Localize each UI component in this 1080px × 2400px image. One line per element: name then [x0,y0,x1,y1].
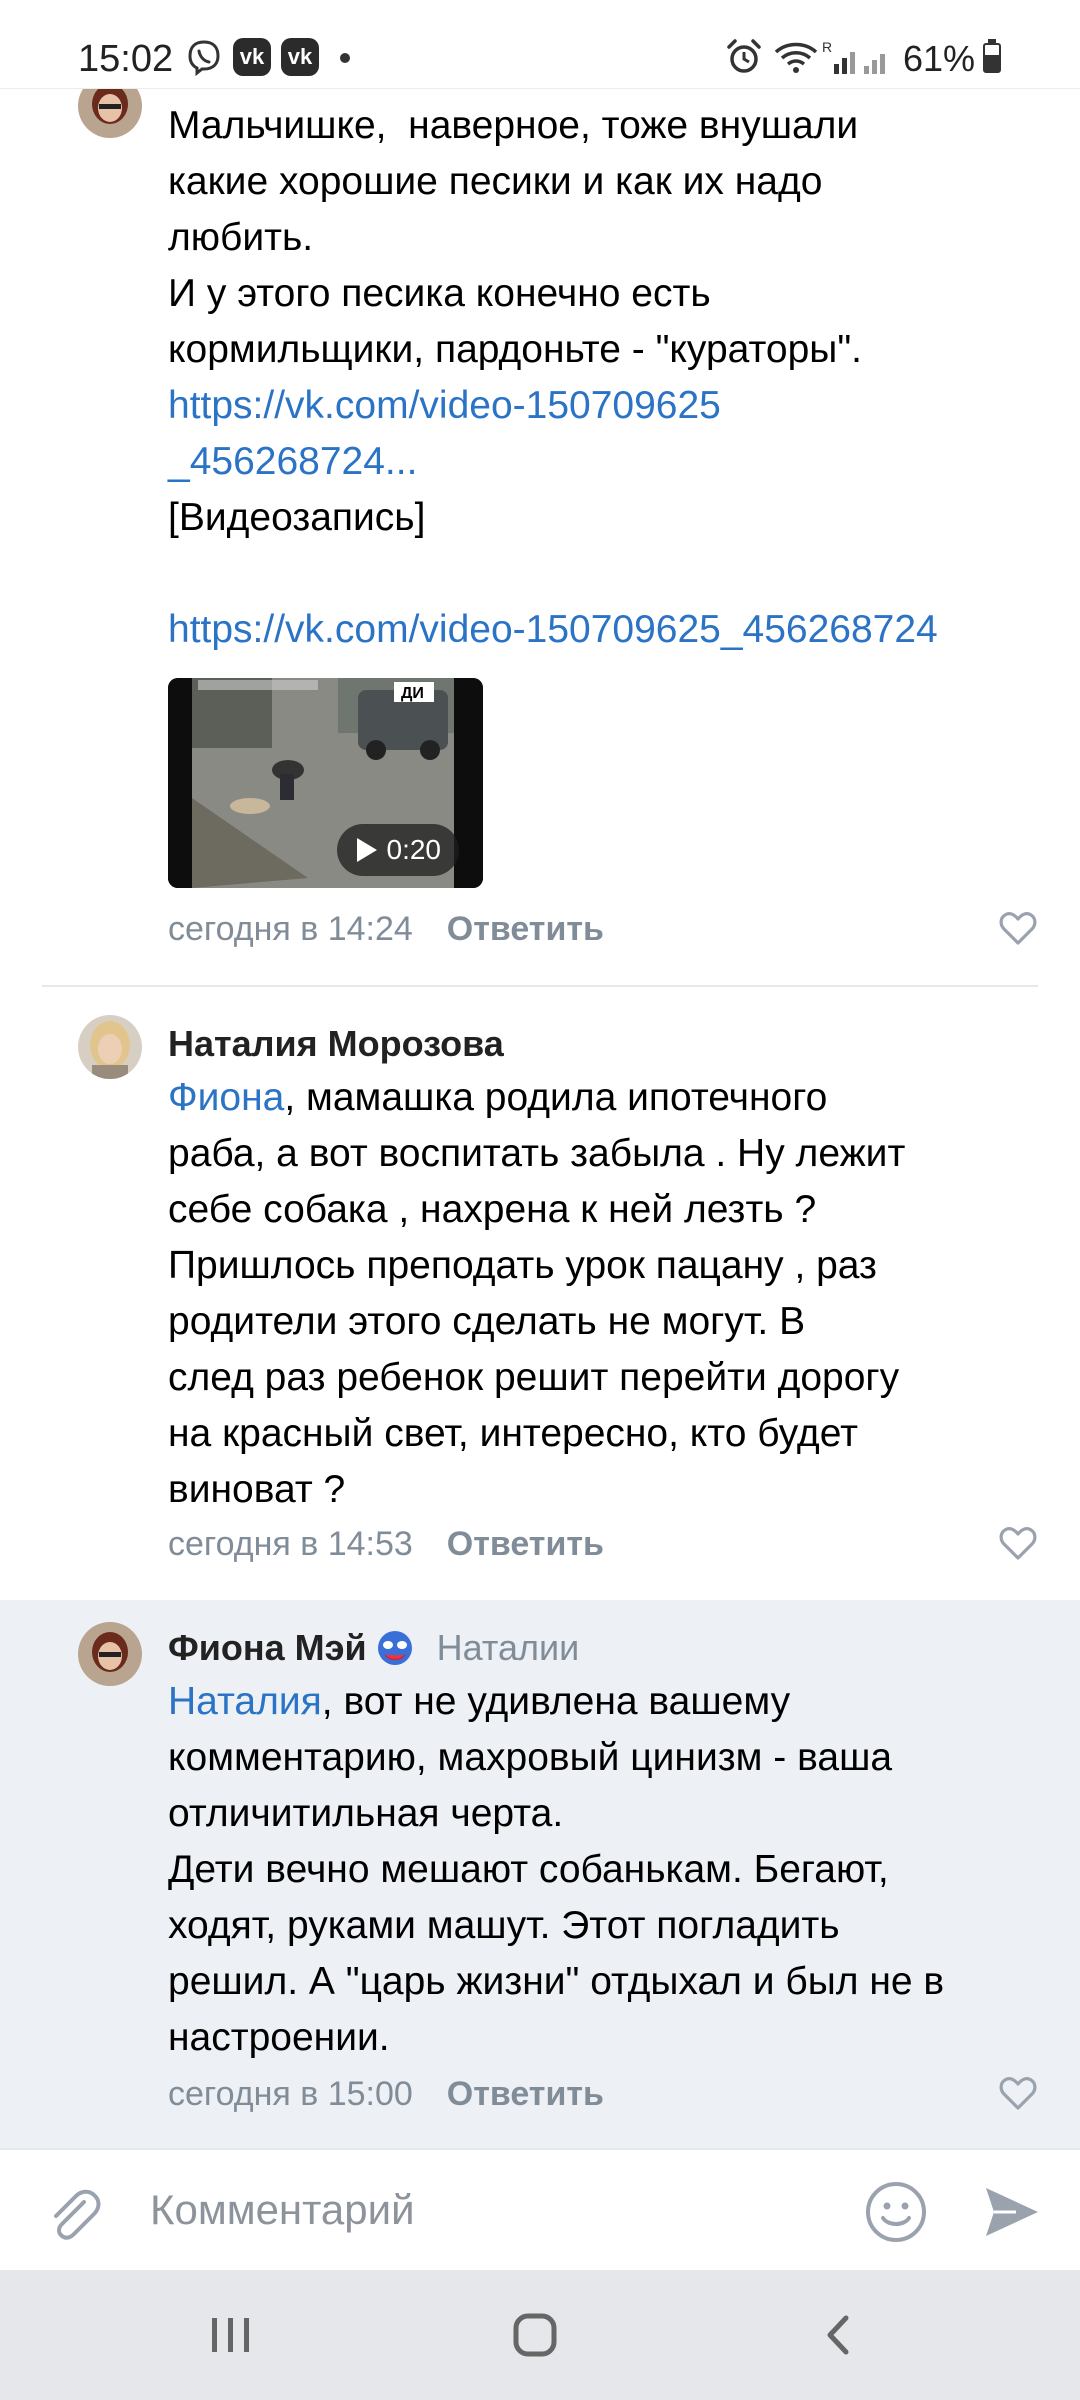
battery-percent: 61% [903,38,976,79]
reply-button[interactable]: Ответить [447,907,604,951]
svg-text:R: R [822,39,832,55]
comment-text: Фиона, мамашка родила ипотечного раба, а… [168,1070,1048,1518]
notification-dot [340,53,350,63]
vk-icon: vk [281,38,319,76]
comment-meta: сегодня в 15:00 Ответить [168,2072,604,2116]
video-thumbnail[interactable]: ДИ 0:20 [168,678,483,888]
svg-text:ДИ: ДИ [401,685,424,702]
comment-header: Фиона Мэй Наталии [168,1626,579,1670]
comment-composer: Комментарий [0,2148,1080,2272]
home-icon[interactable] [512,2312,558,2358]
system-nav-bar [0,2270,1080,2400]
comment-highlighted: Фиона Мэй Наталии Наталия, вот не удивле… [0,1600,1080,2148]
video-link-short-continued[interactable]: _456268724... [168,440,417,483]
reply-button[interactable]: Ответить [447,2072,604,2116]
comment-body: , мамашка родила ипотечного раба, а вот … [168,1076,906,1511]
status-time: 15:02 [78,38,174,80]
like-icon[interactable] [998,908,1038,948]
video-link-full[interactable]: https://vk.com/video-150709625_456268724 [168,608,938,651]
comment-meta: сегодня в 14:24 Ответить [168,907,604,951]
comment-time: сегодня в 14:53 [168,1525,413,1563]
video-duration: 0:20 [386,834,442,865]
like-icon[interactable] [998,2073,1038,2113]
battery-icon [983,43,1001,73]
viber-icon [188,40,220,76]
comment-text-line: И у этого песика конечно есть [168,272,711,315]
mention-link[interactable]: Фиона [168,1076,284,1119]
send-icon[interactable] [982,2182,1042,2242]
comment-text-line: какие хорошие песики и как их надо [168,160,823,203]
recent-apps-icon[interactable] [208,2312,254,2358]
comment-text-line: Мальчишке, наверное, тоже внушали [168,104,859,147]
attach-icon[interactable] [44,2186,102,2244]
wifi-icon [774,42,818,73]
play-icon [356,838,377,862]
comment-time: сегодня в 15:00 [168,2075,413,2113]
video-link-short[interactable]: https://vk.com/video-150709625 [168,384,721,427]
comment: Наталия Морозова Фиона, мамашка родила и… [0,987,1080,1600]
avatar[interactable] [78,1015,142,1079]
comment-input[interactable]: Комментарий [150,2186,415,2234]
mention-link[interactable]: Наталия [168,1680,322,1723]
vk-icon: vk [233,38,271,76]
comment-header: Наталия Морозова [168,1022,504,1066]
comment-text-line: кормильщики, пардоньте - "кураторы". [168,328,863,371]
emoji-icon[interactable] [864,2180,928,2244]
author-name[interactable]: Наталия Морозова [168,1022,504,1066]
reply-to-name[interactable]: Наталии [437,1626,580,1670]
battery-level [985,55,999,71]
comment-body: , вот не удивлена вашему комментарию, ма… [168,1680,945,2059]
avatar[interactable] [78,1622,142,1686]
avatar-image [78,1015,142,1079]
video-duration-badge: 0:20 [336,824,459,876]
mask-emoji-icon [377,1631,412,1665]
alarm-icon [727,39,761,73]
comment-text: Наталия, вот не удивлена вашему коммента… [168,1674,1048,2066]
video-attachment-label: [Видеозапись] [168,496,426,539]
comment-text-line: любить. [168,216,314,259]
author-name[interactable]: Фиона Мэй [168,1626,367,1670]
comment: Мальчишке, наверное, тоже внушали какие … [0,0,1080,985]
comment-time: сегодня в 14:24 [168,910,413,948]
like-icon[interactable] [998,1523,1038,1563]
status-bar: 15:02 vk vk R 61% [0,0,1080,88]
reply-button[interactable]: Ответить [447,1522,604,1566]
avatar-image [78,1622,142,1686]
comment-text: Мальчишке, наверное, тоже внушали какие … [168,98,1048,658]
back-icon[interactable] [818,2312,858,2358]
comment-meta: сегодня в 14:53 Ответить [168,1522,604,1566]
signal-icon: R [822,39,885,74]
